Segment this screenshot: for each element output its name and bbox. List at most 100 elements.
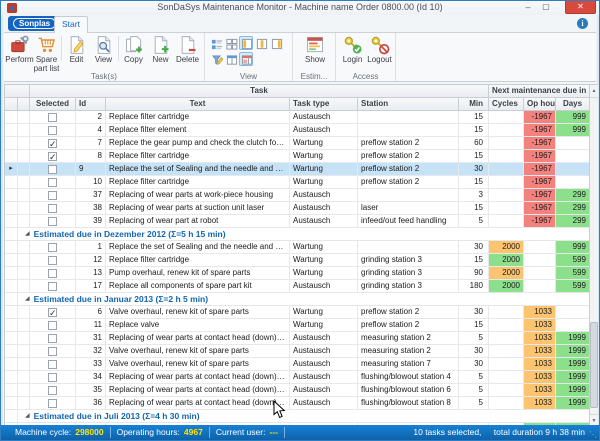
row-checkbox[interactable] [48, 373, 57, 382]
row-checkbox[interactable] [48, 139, 57, 148]
table-row[interactable]: 7 Replace the gear pump and check the cl… [5, 137, 598, 150]
table-row[interactable]: 1 Replace the set of Sealing and the nee… [5, 241, 598, 254]
collapse-group-icon[interactable]: ◢ [25, 296, 30, 302]
selected-cell[interactable] [30, 241, 76, 254]
table-row[interactable]: 36 Replacing of wear parts at contact he… [5, 397, 598, 410]
minimize-button[interactable]: – [521, 1, 535, 14]
table-row[interactable]: 4 Replace filter element Austausch 15 -1… [5, 124, 598, 137]
row-checkbox[interactable] [48, 360, 57, 369]
table-row[interactable]: 2 Replace filter cartridge Austausch 15 … [5, 111, 598, 124]
logout-button[interactable]: Logout [366, 34, 393, 65]
column-layout-middle-button[interactable] [254, 36, 268, 50]
collapse-group-icon[interactable]: ◢ [25, 413, 30, 419]
selected-cell[interactable] [30, 176, 76, 189]
selected-cell[interactable] [30, 397, 76, 410]
group-header-row[interactable]: ◢Estimated due in Juli 2013 (Σ=4 h 30 mi… [5, 410, 598, 423]
table-row[interactable]: 12 Replace filter cartridge Wartung grin… [5, 254, 598, 267]
column-layout-right-button[interactable] [269, 36, 283, 50]
close-button[interactable]: ✕ [565, 1, 596, 14]
selected-cell[interactable] [30, 215, 76, 228]
row-checkbox[interactable] [48, 399, 57, 408]
scroll-up-icon[interactable]: ▲ [590, 85, 598, 98]
edit-button[interactable]: Edit [63, 34, 90, 73]
selected-cell[interactable] [30, 189, 76, 202]
selected-cell[interactable] [30, 384, 76, 397]
row-checkbox[interactable] [48, 191, 57, 200]
estimation-grid-button[interactable] [239, 52, 253, 66]
row-checkbox[interactable] [48, 347, 57, 356]
table-row[interactable]: 38 Replacing of wear parts at suction un… [5, 202, 598, 215]
row-checkbox[interactable] [48, 178, 57, 187]
scrollbar-thumb[interactable] [590, 322, 598, 408]
view-button[interactable]: View [90, 34, 117, 73]
column-header-min[interactable]: Min [459, 98, 489, 111]
table-row[interactable]: 11 Replace valve Wartung preflow station… [5, 319, 598, 332]
column-header-op-hours[interactable]: Op hou... [524, 98, 556, 111]
selected-cell[interactable] [30, 267, 76, 280]
tab-start[interactable]: Start [54, 16, 88, 33]
spare-part-list-button[interactable]: Spare part list [33, 34, 60, 73]
column-header-cycles[interactable]: Cycles [489, 98, 524, 111]
row-checkbox[interactable] [48, 308, 57, 317]
column-header-selected[interactable]: Selected [30, 98, 76, 111]
info-icon[interactable]: i [577, 18, 588, 29]
selected-cell[interactable] [30, 332, 76, 345]
row-checkbox[interactable] [48, 321, 57, 330]
maximize-button[interactable]: ▢ [539, 1, 553, 14]
table-row[interactable]: 13 Pump overhaul, renew kit of spare par… [5, 267, 598, 280]
collapse-group-icon[interactable]: ◢ [25, 231, 30, 237]
row-checkbox[interactable] [48, 256, 57, 265]
detail-view-button[interactable] [209, 36, 223, 50]
column-header-id[interactable]: Id [76, 98, 106, 111]
selected-cell[interactable] [30, 306, 76, 319]
grid-view-button[interactable] [224, 36, 238, 50]
column-header-task-type[interactable]: Task type [290, 98, 358, 111]
band-header-next-maintenance[interactable]: Next maintenance due in [489, 85, 590, 98]
column-header-text[interactable]: Text [106, 98, 290, 111]
selected-cell[interactable] [30, 124, 76, 137]
row-checkbox[interactable] [48, 269, 57, 278]
table-row[interactable]: ▸ 9 Replace the set of Sealing and the n… [5, 163, 598, 176]
selected-cell[interactable] [30, 150, 76, 163]
table-row[interactable]: 37 Replacing of wear parts at work-piece… [5, 189, 598, 202]
row-checkbox[interactable] [48, 217, 57, 226]
filter-edit-button[interactable] [209, 52, 223, 66]
row-checkbox[interactable] [48, 113, 57, 122]
resize-grip-icon[interactable]: ⋱ [589, 431, 597, 439]
row-checkbox[interactable] [48, 152, 57, 161]
row-checkbox[interactable] [48, 165, 57, 174]
table-row[interactable]: 31 Replacing of wear parts at contact he… [5, 332, 598, 345]
table-row[interactable]: 39 Replacing of wear part at robot Austa… [5, 215, 598, 228]
show-button[interactable]: Show [297, 34, 333, 65]
row-checkbox[interactable] [48, 386, 57, 395]
copy-button[interactable]: Copy [120, 34, 147, 73]
selected-cell[interactable] [30, 111, 76, 124]
selected-cell[interactable] [30, 358, 76, 371]
selected-cell[interactable] [30, 280, 76, 293]
selected-cell[interactable] [30, 371, 76, 384]
column-header-days[interactable]: Days [556, 98, 590, 111]
row-checkbox[interactable] [48, 204, 57, 213]
vertical-scrollbar[interactable]: ▲ ▼ [589, 85, 598, 427]
row-checkbox[interactable] [48, 243, 57, 252]
table-row[interactable]: 33 Valve overhaul, renew kit of spare pa… [5, 358, 598, 371]
delete-button[interactable]: Delete [174, 34, 201, 73]
row-checkbox[interactable] [48, 282, 57, 291]
row-checkbox[interactable] [48, 334, 57, 343]
table-row[interactable]: 10 Replace filter cartridge Wartung pref… [5, 176, 598, 189]
selected-cell[interactable] [30, 137, 76, 150]
table-row[interactable]: 8 Replace filter cartridge Wartung prefl… [5, 150, 598, 163]
selected-cell[interactable] [30, 202, 76, 215]
column-header-station[interactable]: Station [358, 98, 459, 111]
group-header-row[interactable]: ◢Estimated due in Dezember 2012 (Σ=5 h 1… [5, 228, 598, 241]
selected-cell[interactable] [30, 163, 76, 176]
new-button[interactable]: New [147, 34, 174, 73]
row-checkbox[interactable] [48, 126, 57, 135]
column-chooser-button[interactable] [224, 52, 238, 66]
table-row[interactable]: 6 Valve overhaul, renew kit of spare par… [5, 306, 598, 319]
group-header-row[interactable]: ◢Estimated due in Januar 2013 (Σ=2 h 5 m… [5, 293, 598, 306]
column-layout-left-button[interactable] [239, 36, 253, 50]
band-header-task[interactable]: Task [30, 85, 489, 98]
selected-cell[interactable] [30, 319, 76, 332]
table-row[interactable]: 17 Replace all components of spare part … [5, 280, 598, 293]
